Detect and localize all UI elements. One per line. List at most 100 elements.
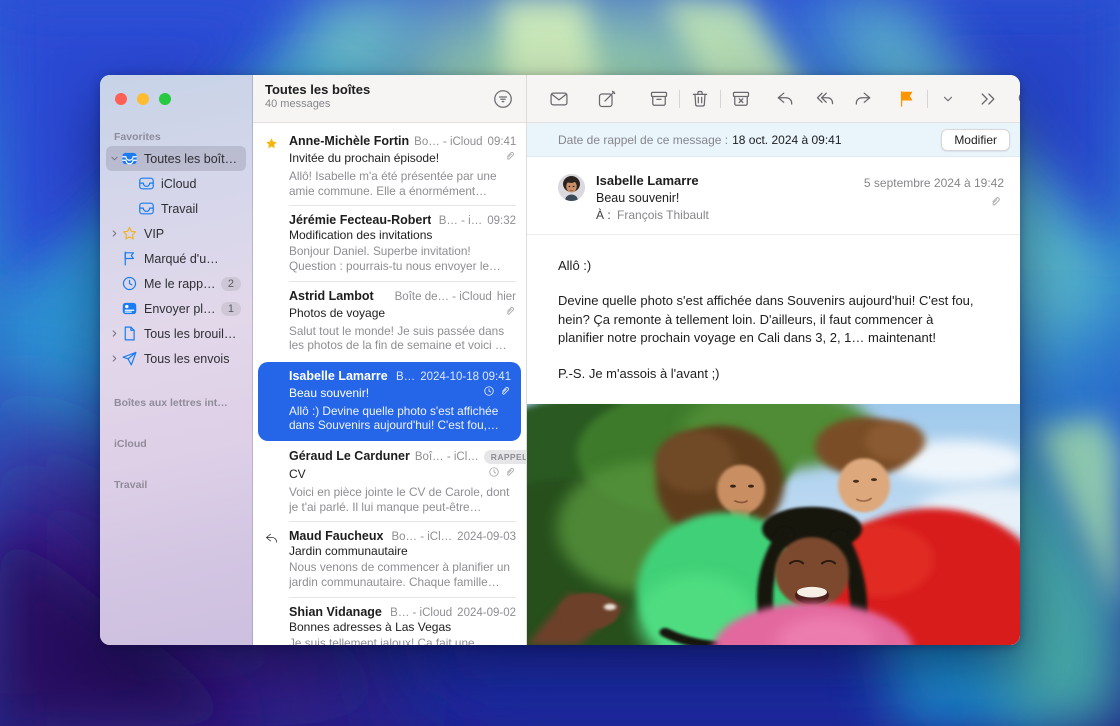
send-later-icon bbox=[121, 300, 138, 317]
filter-button[interactable] bbox=[492, 88, 514, 110]
sidebar-item-travail[interactable]: Travail bbox=[106, 196, 246, 221]
document-icon bbox=[121, 325, 138, 342]
paperclip-icon bbox=[989, 195, 1002, 213]
sidebar-item-me-le-rapp[interactable]: Me le rapp…2 bbox=[106, 271, 246, 296]
message-row-date: 2024-10-18 09:41 bbox=[420, 371, 511, 383]
sidebar-item-label: Envoyer pl… bbox=[144, 302, 221, 316]
toolbar-separator bbox=[720, 90, 721, 108]
trash-button[interactable] bbox=[684, 85, 716, 113]
tray-icon bbox=[138, 200, 155, 217]
compose-icon bbox=[597, 89, 617, 109]
toolbar-separator bbox=[679, 90, 680, 108]
sidebar-item-envoyer-pl[interactable]: Envoyer pl…1 bbox=[106, 296, 246, 321]
chevron-right-icon bbox=[110, 329, 119, 338]
get-mail-icon bbox=[549, 89, 569, 109]
reading-pane: Date de rappel de ce message : 18 oct. 2… bbox=[527, 75, 1020, 645]
paperclip-icon bbox=[504, 465, 516, 483]
junk-icon bbox=[731, 89, 751, 109]
disclosure-chevron-icon[interactable] bbox=[110, 154, 121, 163]
message-row-preview: Voici en pièce jointe le CV de Carole, d… bbox=[289, 485, 516, 514]
paperclip-icon bbox=[989, 195, 1002, 208]
reminder-date: 18 oct. 2024 à 09:41 bbox=[732, 133, 841, 147]
forward-icon bbox=[853, 89, 873, 109]
message-row-subject: Jardin communautaire bbox=[289, 544, 516, 558]
send-later-icon bbox=[121, 300, 138, 317]
message-row[interactable]: Isabelle Lamarre B…2024-10-18 09:41 Beau… bbox=[258, 362, 521, 441]
sidebar-item-label: Me le rapp… bbox=[144, 277, 221, 291]
body-paragraph: Devine quelle photo s'est affichée dans … bbox=[558, 292, 980, 347]
archive-icon bbox=[649, 89, 669, 109]
message-body: Allô :) Devine quelle photo s'est affich… bbox=[527, 235, 1020, 404]
star-icon[interactable] bbox=[264, 136, 280, 152]
sidebar-item-tous-les-brouil[interactable]: Tous les brouil… bbox=[106, 321, 246, 346]
forward-button[interactable] bbox=[847, 85, 879, 113]
flag-outline-icon bbox=[121, 250, 138, 267]
sidebar-item-label: Toutes les boît… bbox=[144, 152, 241, 166]
flag-button[interactable] bbox=[891, 85, 923, 113]
disclosure-chevron-icon[interactable] bbox=[110, 229, 121, 238]
message-row[interactable]: Jérémie Fecteau-Robert B… - i…09:32 Modi… bbox=[253, 206, 526, 281]
trash-icon bbox=[690, 89, 710, 109]
recipient-line: À : François Thibault bbox=[596, 208, 1004, 222]
zoom-window-button[interactable] bbox=[159, 93, 171, 105]
message-row[interactable]: Shian Vidanage B… - iCloud2024-09-02 Bon… bbox=[253, 598, 526, 646]
clock-icon bbox=[488, 466, 500, 478]
message-row-date: 2024-09-02 bbox=[457, 607, 516, 619]
sidebar-item-vip[interactable]: VIP bbox=[106, 221, 246, 246]
filter-icon bbox=[492, 88, 514, 110]
message-row[interactable]: Géraud Le Carduner Boî… - iCl…RAPPEL CV … bbox=[253, 442, 526, 522]
get-mail-button[interactable] bbox=[543, 85, 575, 113]
tray-icon bbox=[138, 200, 155, 217]
message-row-sender: Isabelle Lamarre bbox=[289, 369, 388, 383]
message-row-preview: Allô! Isabelle m'a été présentée par une… bbox=[289, 169, 516, 198]
message-list-column: Toutes les boîtes 40 messages Anne-Michè… bbox=[253, 75, 527, 645]
search-button[interactable] bbox=[1010, 85, 1020, 113]
clock-icon bbox=[121, 275, 138, 292]
flag-menu-button[interactable] bbox=[932, 85, 964, 113]
rappel-badge: RAPPEL bbox=[484, 450, 526, 464]
message-row-preview: Allô :) Devine quelle photo s'est affich… bbox=[289, 404, 511, 433]
window-controls bbox=[100, 89, 252, 105]
close-window-button[interactable] bbox=[115, 93, 127, 105]
message-list: Anne-Michèle Fortin Bo… - iCloud09:41 In… bbox=[253, 123, 526, 645]
paperclip-icon bbox=[499, 384, 511, 402]
sidebar-item-label: Marqué d'u… bbox=[144, 252, 241, 266]
reply-all-button[interactable] bbox=[809, 85, 841, 113]
archive-button[interactable] bbox=[643, 85, 675, 113]
replied-icon bbox=[264, 531, 280, 547]
message-row[interactable]: Maud Faucheux Bo… - iCl…2024-09-03 Jardi… bbox=[253, 522, 526, 597]
sidebar-item-icloud[interactable]: iCloud bbox=[106, 171, 246, 196]
sidebar-item-tous-les-envois[interactable]: Tous les envois bbox=[106, 346, 246, 371]
reply-icon bbox=[775, 89, 795, 109]
minimize-window-button[interactable] bbox=[137, 93, 149, 105]
sidebar-item-label: Travail bbox=[161, 202, 241, 216]
disclosure-chevron-icon[interactable] bbox=[110, 329, 121, 338]
sidebar-item-marqu-d-u[interactable]: Marqué d'u… bbox=[106, 246, 246, 271]
disclosure-chevron-icon[interactable] bbox=[110, 354, 121, 363]
mailbox-label: Boîte de… - iCloud bbox=[395, 291, 492, 303]
flag-outline-icon bbox=[121, 250, 138, 267]
more-button[interactable] bbox=[972, 85, 1004, 113]
message-row[interactable]: Anne-Michèle Fortin Bo… - iCloud09:41 In… bbox=[253, 127, 526, 206]
modify-reminder-button[interactable]: Modifier bbox=[941, 129, 1010, 151]
reply-button[interactable] bbox=[769, 85, 801, 113]
message-row-sender: Shian Vidanage bbox=[289, 605, 382, 619]
message-row[interactable]: Astrid Lambot Boîte de… - iCloudhier Pho… bbox=[253, 282, 526, 361]
message-row-sender: Géraud Le Carduner bbox=[289, 449, 410, 463]
compose-button[interactable] bbox=[591, 85, 623, 113]
message-row-preview: Salut tout le monde! Je suis passée dans… bbox=[289, 324, 516, 353]
paperplane-icon bbox=[121, 350, 138, 367]
reply-icon bbox=[264, 531, 279, 546]
sidebar-item-toutes-les-bo-t[interactable]: Toutes les boît… bbox=[106, 146, 246, 171]
clock-icon bbox=[483, 385, 495, 397]
mailbox-label: B… - i… bbox=[439, 215, 482, 227]
sidebar-item-label: Tous les brouil… bbox=[144, 327, 241, 341]
mailbox-label: B… bbox=[396, 371, 415, 383]
message-row-subject: CV bbox=[289, 467, 488, 481]
sidebar: FavoritesToutes les boît…iCloudTravailVI… bbox=[100, 75, 253, 645]
mailbox-label: Boî… - iCl… bbox=[415, 451, 479, 463]
junk-button[interactable] bbox=[725, 85, 757, 113]
attachment-photo[interactable] bbox=[527, 404, 1020, 645]
message-row-sender: Jérémie Fecteau-Robert bbox=[289, 213, 431, 227]
body-paragraph: P.-S. Je m'assois à l'avant ;) bbox=[558, 365, 980, 383]
